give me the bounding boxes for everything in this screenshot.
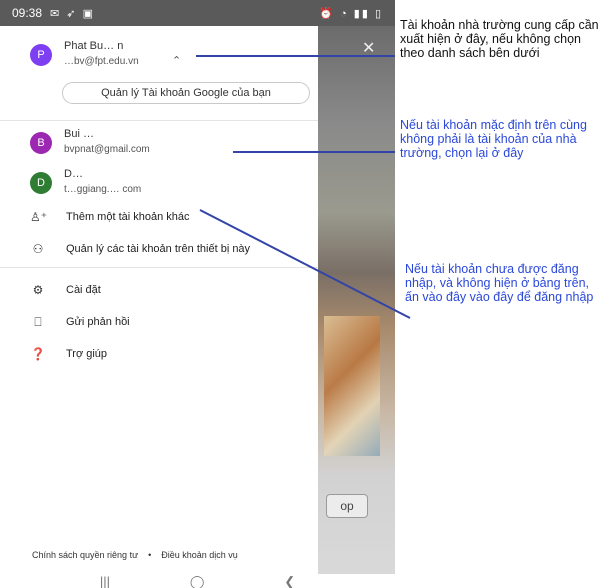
background-button[interactable]: op	[326, 494, 368, 518]
account-drawer: P Phat Bu… n …bv@fpt.edu.vn ⌃ Quản lý Tà…	[0, 26, 318, 574]
phone-screen: 09:38 ✉ ➶ ▣ ⏰ ◔ ▮▮ ▯ ✕ op P Phat Bu… n ……	[0, 0, 395, 588]
account-name: Phat Bu… n	[64, 40, 124, 52]
recent-apps-icon[interactable]: |||	[100, 574, 110, 588]
background-app[interactable]: ✕ op	[318, 26, 395, 574]
add-account-item[interactable]: ♙⁺ Thêm một tài khoản khác	[0, 205, 318, 229]
home-icon[interactable]: ◯	[190, 574, 205, 588]
feedback-icon: ⎕	[34, 314, 42, 329]
settings-label: Cài đặt	[66, 284, 101, 296]
add-person-icon: ♙⁺	[30, 210, 48, 224]
annotation-note-1: Tài khoản nhà trường cung cấp cần xuất h…	[400, 18, 599, 60]
privacy-policy-link[interactable]: Chính sách quyền riêng tư	[32, 550, 138, 560]
drawer-footer: Chính sách quyền riêng tư • Điều khoản d…	[32, 550, 238, 560]
chevron-up-icon[interactable]: ⌃	[172, 54, 181, 67]
manage-device-accounts-label: Quản lý các tài khoản trên thiết bị này	[66, 243, 251, 255]
manage-google-account-button[interactable]: Quản lý Tài khoản Google của bạn	[62, 82, 310, 104]
avatar: D	[30, 172, 52, 194]
settings-item[interactable]: ⚙ Cài đặt	[0, 278, 318, 302]
avatar: B	[30, 132, 52, 154]
feedback-label: Gửi phản hồi	[66, 316, 130, 328]
terms-of-service-link[interactable]: Điều khoản dịch vụ	[161, 550, 238, 560]
footer-separator: •	[148, 550, 152, 560]
notification-icons: ✉ ➶ ▣	[50, 7, 95, 20]
android-nav-bar: ||| ◯ ❮	[0, 574, 395, 588]
gear-icon: ⚙	[32, 283, 44, 297]
close-icon: ✕	[362, 40, 376, 57]
account-email: …bv@fpt.edu.vn	[64, 56, 139, 67]
account-email: bvpnat@gmail.com	[64, 144, 150, 155]
avatar: P	[30, 44, 52, 66]
add-account-label: Thêm một tài khoản khác	[66, 211, 190, 223]
account-name: Bui …	[64, 128, 94, 140]
manage-accounts-icon: ⚇	[32, 242, 44, 256]
annotation-note-3: Nếu tài khoản chưa được đăng nhập, và kh…	[405, 262, 594, 304]
back-icon[interactable]: ❮	[284, 574, 295, 588]
help-icon: ❓	[30, 347, 46, 361]
divider	[0, 267, 318, 268]
signal-battery-icons: ⏰ ◔ ▮▮ ▯	[319, 7, 383, 20]
account-name: D…	[64, 168, 83, 180]
divider	[0, 120, 318, 121]
account-email: t…ggiang.… com	[64, 184, 142, 195]
help-item[interactable]: ❓ Trợ giúp	[0, 342, 318, 366]
manage-device-accounts-item[interactable]: ⚇ Quản lý các tài khoản trên thiết bị nà…	[0, 237, 318, 261]
status-bar: 09:38 ✉ ➶ ▣ ⏰ ◔ ▮▮ ▯	[0, 0, 395, 26]
feedback-item[interactable]: ⎕ Gửi phản hồi	[0, 310, 318, 334]
background-photo	[324, 316, 380, 456]
status-time: 09:38	[12, 6, 43, 20]
help-label: Trợ giúp	[66, 348, 108, 360]
annotation-note-2: Nếu tài khoản mặc định trên cùng không p…	[400, 118, 587, 160]
